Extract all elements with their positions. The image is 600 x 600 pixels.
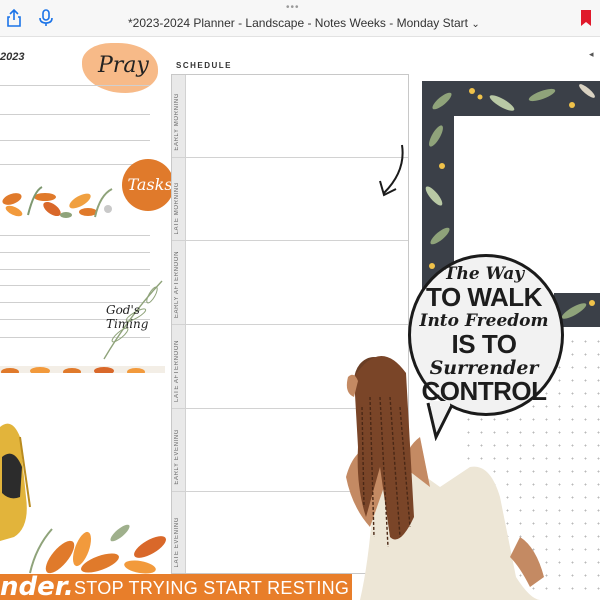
quote-line: The Way xyxy=(443,264,525,284)
microphone-icon[interactable] xyxy=(36,8,56,28)
gods-timing-label: God's Timing xyxy=(106,303,149,331)
schedule-row-label: EARLY MORNING xyxy=(174,93,180,151)
more-options-dots[interactable]: ••• xyxy=(286,2,300,13)
share-icon[interactable] xyxy=(4,8,24,28)
bookmark-icon[interactable] xyxy=(576,8,596,28)
pray-label: Pray xyxy=(98,53,149,78)
app-toolbar: ••• *2023-2024 Planner - Landscape - Not… xyxy=(0,0,600,37)
tasks-label: Tasks xyxy=(127,175,173,194)
task-line[interactable] xyxy=(0,252,150,253)
document-title[interactable]: *2023-2024 Planner - Landscape - Notes W… xyxy=(128,16,480,30)
floral-illustration xyxy=(432,84,595,111)
schedule-row-label: EARLY EVENING xyxy=(174,429,180,485)
schedule-row-early-morning[interactable]: EARLY MORNING xyxy=(172,75,408,158)
schedule-row-late-morning[interactable]: LATE MORNING xyxy=(172,158,408,241)
schedule-title: SCHEDULE xyxy=(176,61,233,70)
task-line[interactable] xyxy=(0,269,150,270)
schedule-row-header: EARLY AFTERNOON xyxy=(172,241,186,324)
prayer-line[interactable] xyxy=(0,140,150,141)
floral-illustration xyxy=(0,366,165,373)
year-label: 2023 xyxy=(0,51,25,63)
schedule-row-header: EARLY MORNING xyxy=(172,75,186,157)
schedule-row-label: LATE MORNING xyxy=(174,181,180,234)
schedule-row-header: LATE EVENING xyxy=(172,492,186,573)
schedule-row-label: LATE AFTERNOON xyxy=(174,340,180,402)
motivational-banner: nder. STOP TRYING START RESTING xyxy=(0,574,352,600)
schedule-row-label: LATE EVENING xyxy=(174,516,180,567)
schedule-row-label: EARLY AFTERNOON xyxy=(174,250,180,318)
quote-line: TO WALK xyxy=(426,282,542,312)
chevron-down-icon: ⌄ xyxy=(471,19,480,30)
planner-page[interactable]: 2023 Pray Tasks God's Timing SCHEDULE EA… xyxy=(0,37,600,600)
banner-text: STOP TRYING START RESTING xyxy=(74,578,350,598)
schedule-row-header: LATE AFTERNOON xyxy=(172,325,186,408)
prayer-line[interactable] xyxy=(0,114,150,115)
quote-line: Into Freedom xyxy=(419,311,549,331)
prayer-line[interactable] xyxy=(0,164,150,165)
panel-toggle-arrow-icon[interactable]: ◂ xyxy=(589,49,594,60)
floral-border xyxy=(0,363,165,373)
woman-with-braids-illustration xyxy=(346,355,544,600)
schedule-row-early-afternoon[interactable]: EARLY AFTERNOON xyxy=(172,241,408,325)
document-title-text: *2023-2024 Planner - Landscape - Notes W… xyxy=(128,16,468,30)
task-line[interactable] xyxy=(0,235,150,236)
banner-word: nder. xyxy=(0,572,74,600)
floral-frame-top xyxy=(422,81,600,116)
hand-drawn-arrow-icon xyxy=(379,144,404,197)
woman-illustration xyxy=(0,423,166,574)
schedule-row-header: EARLY EVENING xyxy=(172,409,186,491)
prayer-line[interactable] xyxy=(0,85,150,86)
schedule-row-header: LATE MORNING xyxy=(172,158,186,240)
